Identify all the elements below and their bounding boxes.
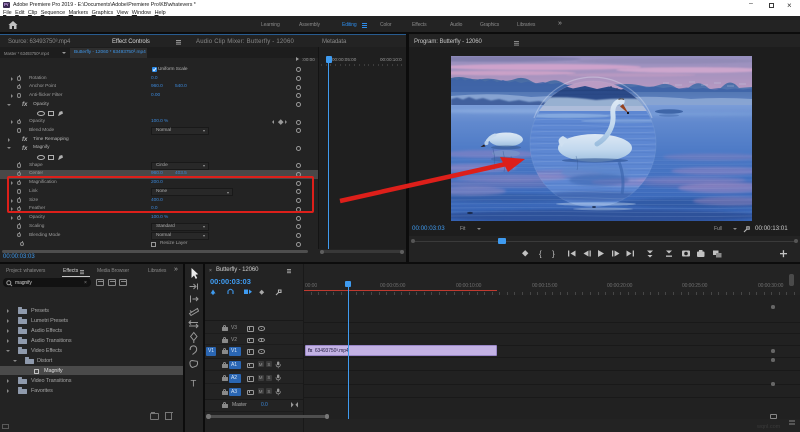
svg-text:}: } <box>552 250 555 259</box>
svg-text:T: T <box>191 379 197 390</box>
svg-text:{: { <box>539 250 542 259</box>
